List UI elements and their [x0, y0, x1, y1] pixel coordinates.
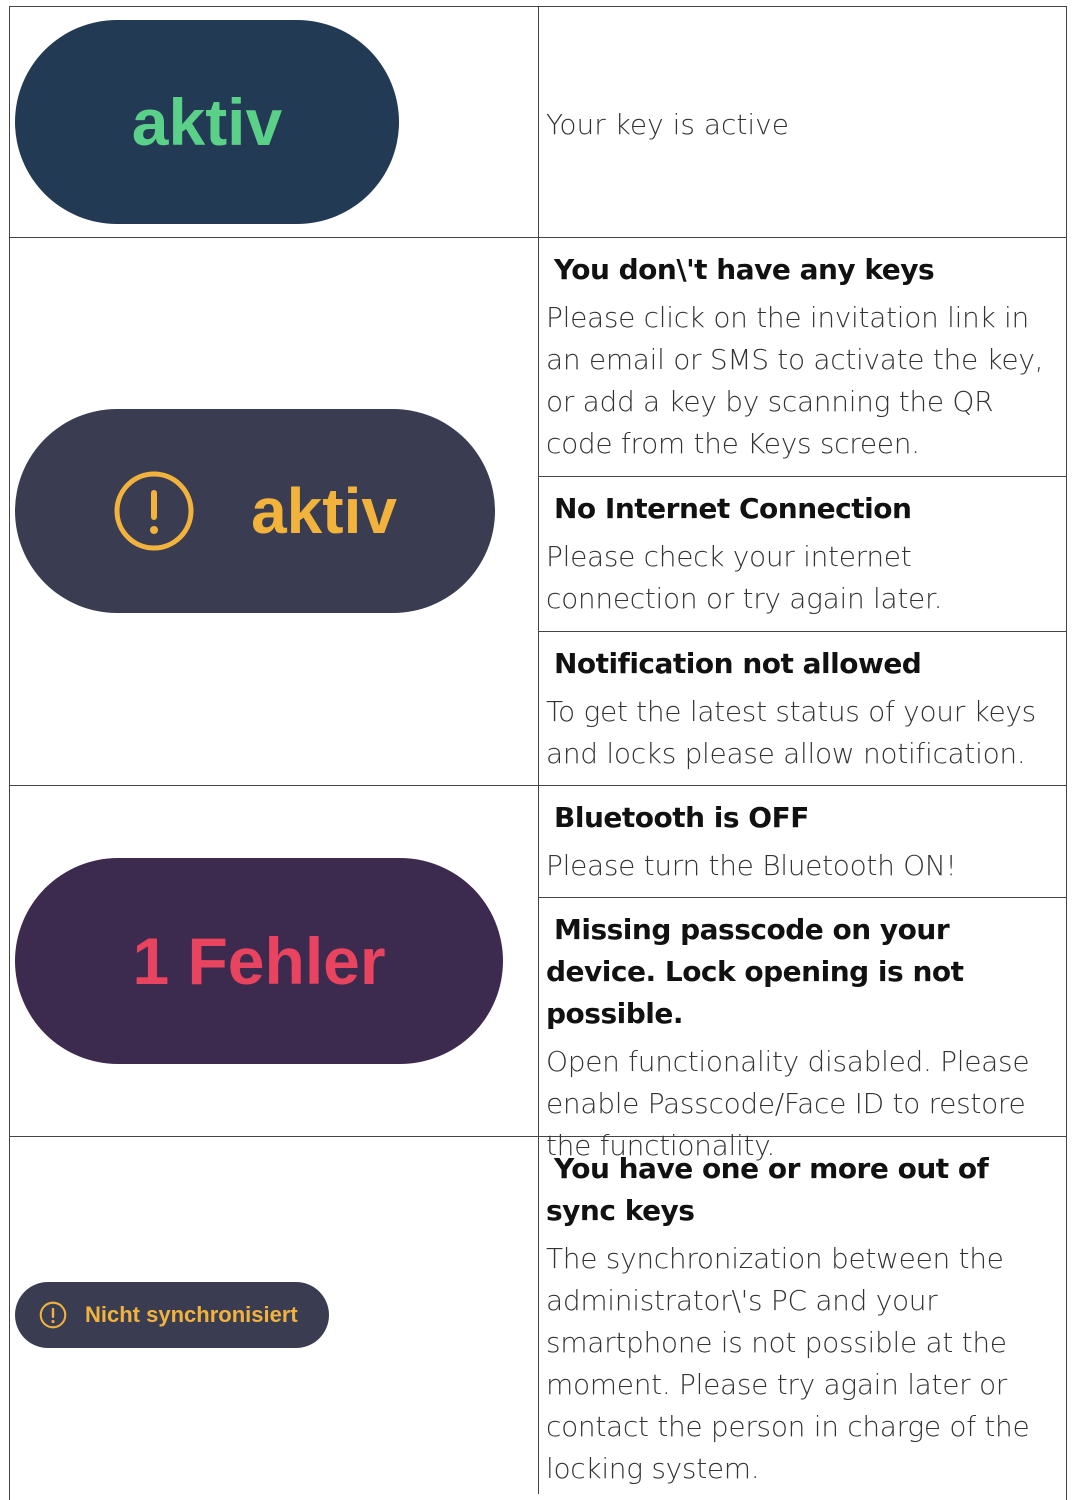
- table-row: 1 Fehler: [9, 785, 538, 1136]
- message-cell: Missing passcode on your device. Lock op…: [538, 903, 1067, 1162]
- warning-circle-icon: [39, 1301, 67, 1329]
- message-body: Please turn the Bluetooth ON!: [546, 849, 957, 882]
- badge-label: aktiv: [251, 475, 397, 547]
- badge-label: aktiv: [131, 84, 283, 159]
- message-title: You don\'t have any keys: [554, 253, 935, 286]
- message-body: Please click on the invitation link in a…: [546, 301, 1044, 460]
- badge-label: 1 Fehler: [132, 923, 386, 998]
- message-cell: Notification not allowed To get the late…: [538, 637, 1067, 785]
- message-cell: Your key is active: [538, 6, 1067, 237]
- status-badge-out-of-sync: Nicht synchronisiert: [15, 1282, 329, 1348]
- status-badge-active: aktiv: [15, 19, 399, 224]
- message-title: Notification not allowed: [554, 647, 922, 680]
- message-title: You have one or more out of sync keys: [546, 1152, 989, 1227]
- badge-label: Nicht synchronisiert: [85, 1302, 298, 1327]
- table-row: aktiv: [9, 6, 538, 237]
- rule-sub-2: [538, 631, 1067, 632]
- message-cell: You don\'t have any keys Please click on…: [538, 243, 1067, 476]
- message-cell: No Internet Connection Please check your…: [538, 482, 1067, 631]
- rule-sub-1: [538, 476, 1067, 477]
- message-title: No Internet Connection: [554, 492, 912, 525]
- message-body: The synchronization between the administ…: [546, 1242, 1030, 1485]
- table-row: Nicht synchronisiert: [9, 1136, 538, 1494]
- message-cell: You have one or more out of sync keys Th…: [538, 1142, 1067, 1494]
- message-title: Bluetooth is OFF: [554, 801, 809, 834]
- table-row: aktiv: [9, 237, 538, 785]
- rule-sub-3: [538, 897, 1067, 898]
- message-cell: Bluetooth is OFF Please turn the Bluetoo…: [538, 791, 1067, 897]
- status-badge-error: 1 Fehler: [15, 857, 503, 1064]
- message-body: Please check your internet connection or…: [546, 540, 943, 615]
- message-body: To get the latest status of your keys an…: [546, 695, 1036, 770]
- message-body: Your key is active: [546, 108, 789, 141]
- status-badge-warning: aktiv: [15, 409, 495, 613]
- warning-circle-icon: [113, 470, 195, 552]
- message-title: Missing passcode on your device. Lock op…: [546, 913, 964, 1030]
